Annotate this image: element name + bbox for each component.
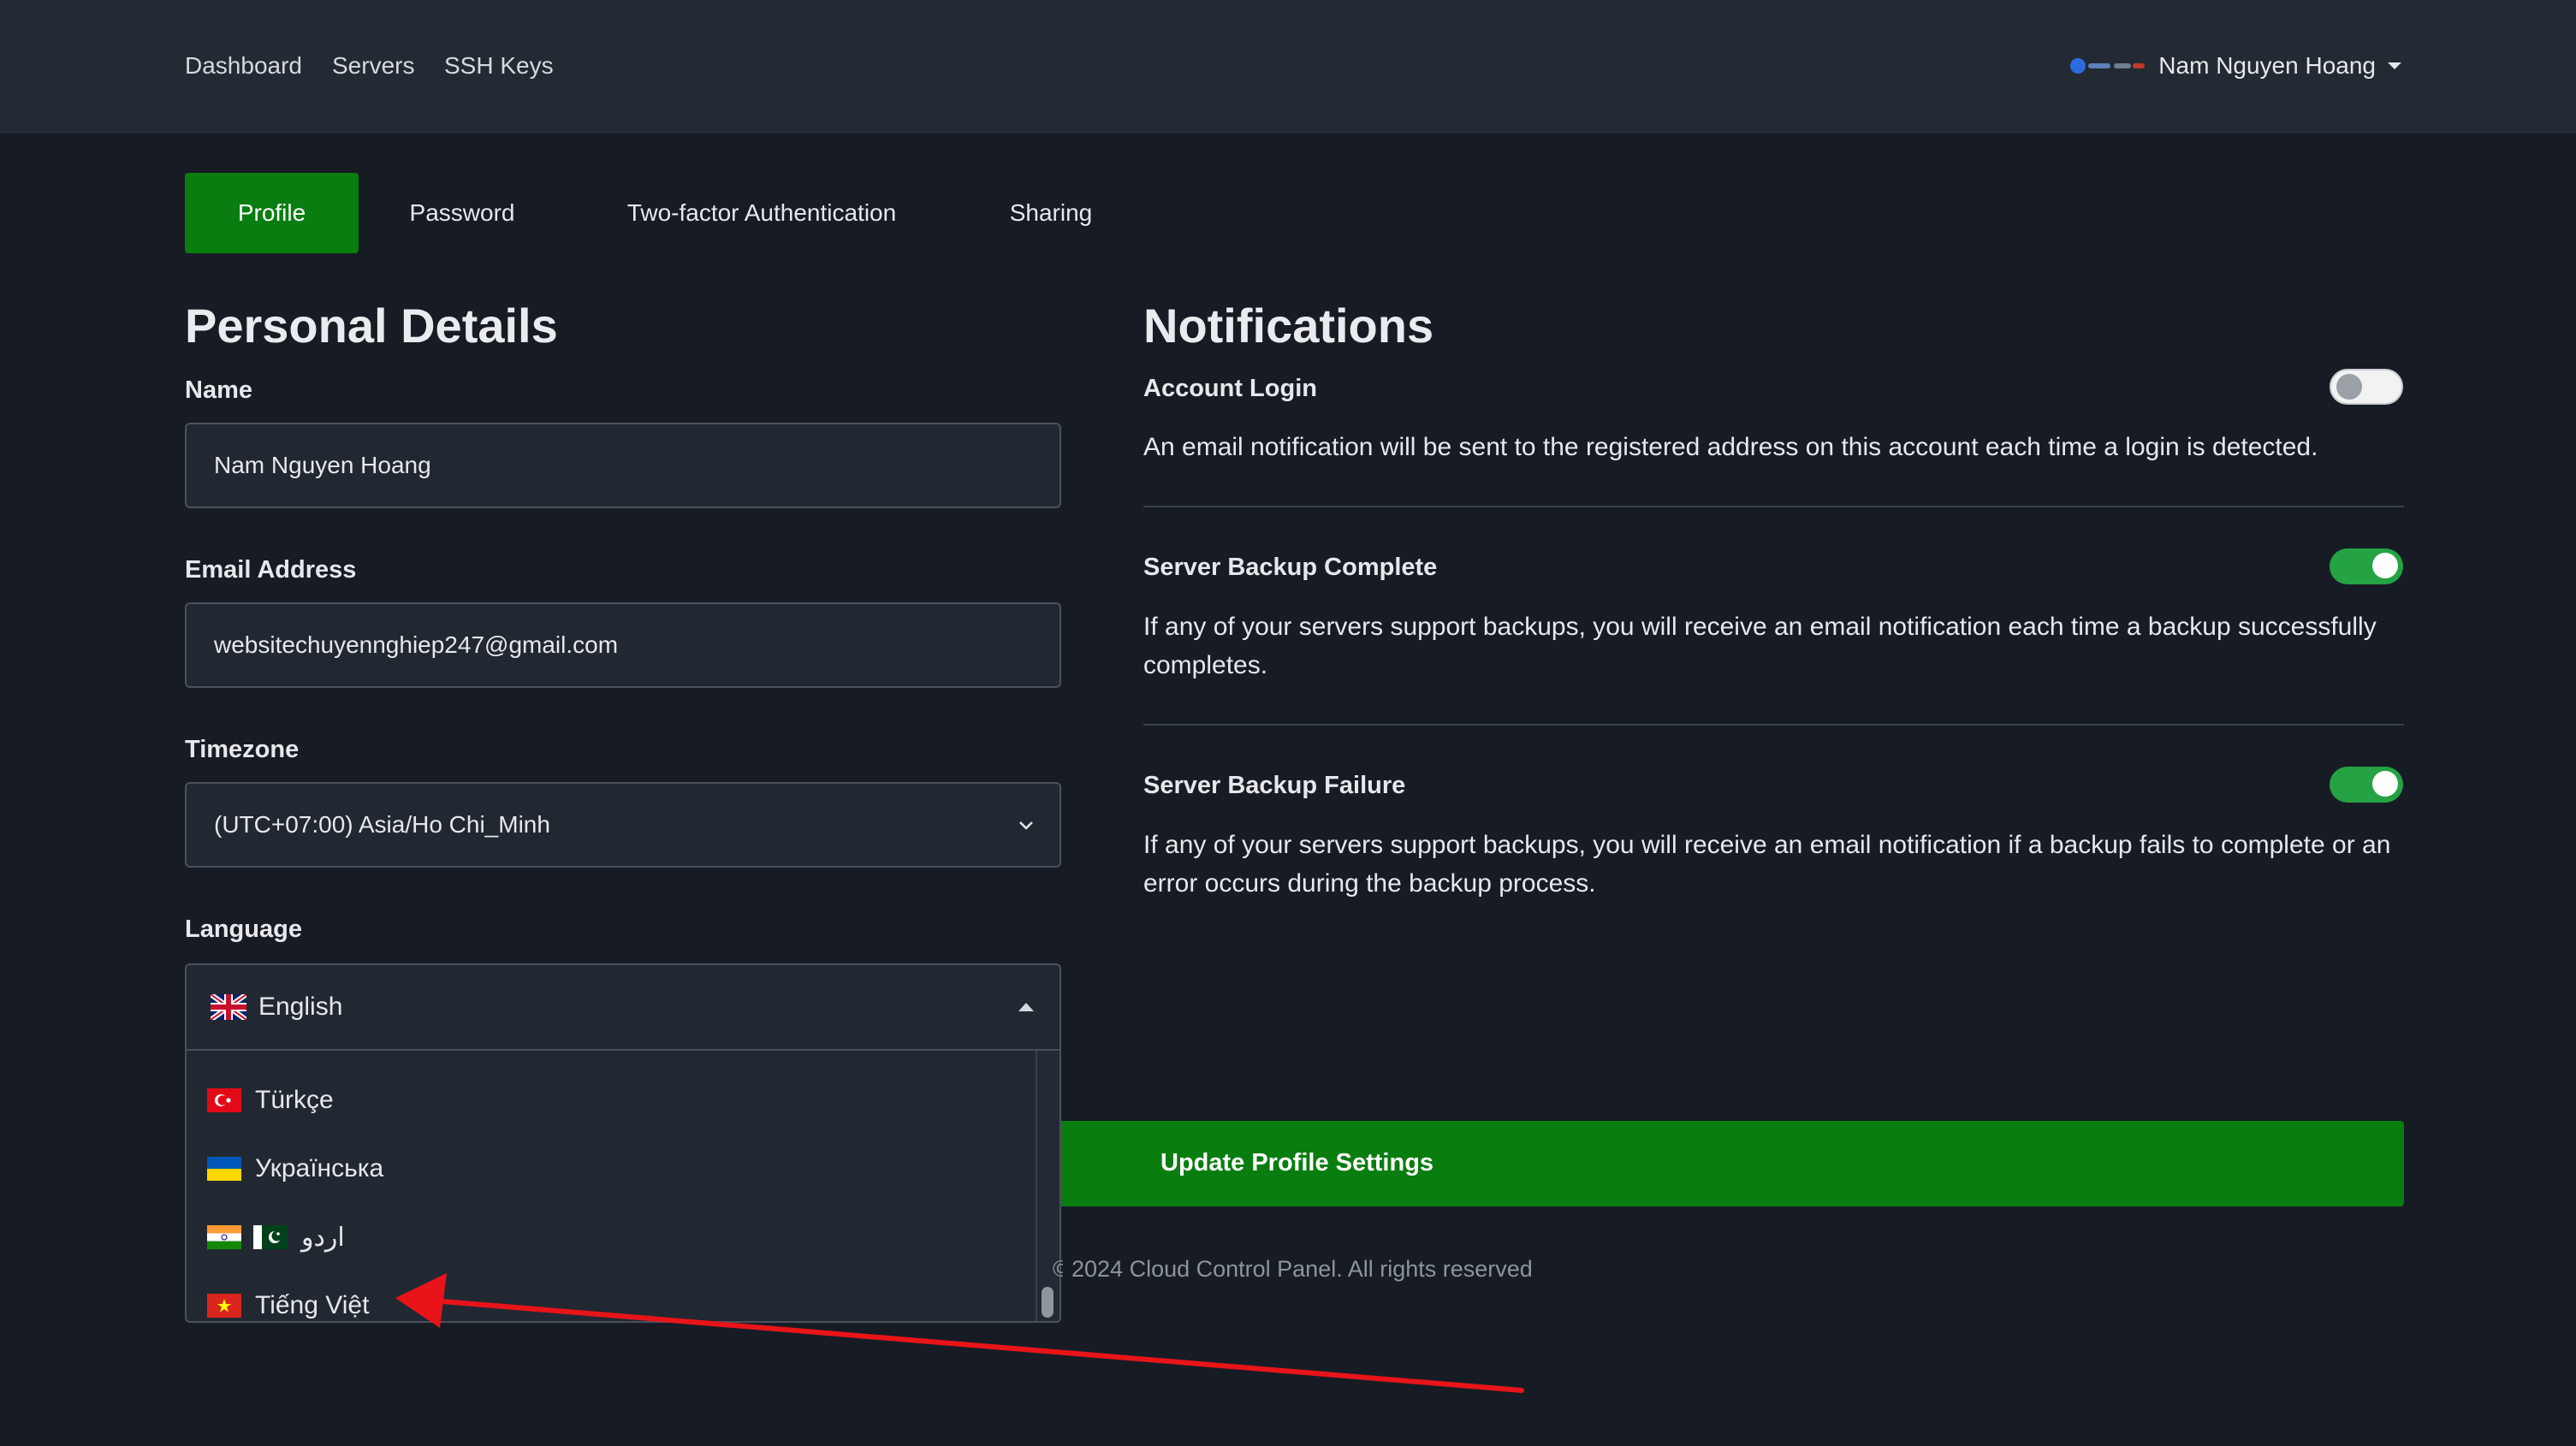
backup-complete-title: Server Backup Complete [1143, 554, 1438, 581]
uk-flag-icon [211, 994, 246, 1020]
brand-logo-icon [2070, 58, 2146, 74]
name-label: Name [185, 376, 252, 404]
footer-copyright: 2024 Cloud Control Panel. All rights res… [1071, 1256, 1533, 1282]
tab-password[interactable]: Password [385, 173, 539, 253]
personal-details-heading: Personal Details [185, 299, 558, 353]
user-name: Nam Nguyen Hoang [2158, 52, 2376, 79]
chevron-down-icon [2388, 62, 2401, 69]
language-dropdown-menu: Türkçe Українська اردو Tiếng Việt [185, 1051, 1061, 1323]
language-option-turkish[interactable]: Türkçe [207, 1075, 334, 1126]
divider [1143, 506, 2404, 507]
language-select[interactable]: English [185, 963, 1061, 1051]
backup-failure-description: If any of your servers support backups, … [1143, 831, 2391, 898]
divider [1143, 724, 2404, 726]
name-field[interactable]: Nam Nguyen Hoang [185, 423, 1061, 508]
account-login-toggle[interactable] [2330, 369, 2403, 405]
language-option-urdu[interactable]: اردو [207, 1212, 345, 1263]
tab-two-factor-authentication[interactable]: Two-factor Authentication [591, 173, 933, 253]
account-login-title: Account Login [1143, 375, 1317, 402]
backup-failure-title: Server Backup Failure [1143, 772, 1406, 799]
tab-sharing[interactable]: Sharing [984, 173, 1118, 253]
copyright-icon: © [1053, 1256, 1063, 1282]
language-option-label: Українська [255, 1154, 384, 1182]
toggle-knob [2372, 553, 2398, 578]
turkey-flag-icon [207, 1088, 241, 1112]
tab-profile[interactable]: Profile [185, 173, 359, 253]
pakistan-flag-icon [253, 1225, 288, 1249]
chevron-down-icon [1019, 821, 1033, 830]
nav-servers[interactable]: Servers [332, 50, 414, 82]
backup-complete-description: If any of your servers support backups, … [1143, 613, 2377, 679]
top-navbar: Dashboard Servers SSH Keys Nam Nguyen Ho… [0, 0, 2576, 133]
chevron-up-icon [1018, 1003, 1034, 1011]
backup-failure-toggle[interactable] [2330, 767, 2403, 803]
flag-group [207, 1225, 288, 1249]
language-option-label: Türkçe [255, 1086, 334, 1114]
india-flag-icon [207, 1225, 241, 1249]
nav-dashboard[interactable]: Dashboard [185, 50, 302, 82]
notifications-heading: Notifications [1143, 299, 1434, 353]
email-label: Email Address [185, 556, 357, 584]
user-menu[interactable]: Nam Nguyen Hoang [2069, 50, 2401, 82]
language-label: Language [185, 916, 302, 943]
timezone-label: Timezone [185, 736, 300, 763]
update-profile-button[interactable]: Update Profile Settings [1061, 1121, 2404, 1206]
toggle-knob [2336, 374, 2362, 400]
update-profile-label: Update Profile Settings [1160, 1149, 1434, 1176]
language-option-label: اردو [301, 1223, 345, 1252]
ukraine-flag-icon [207, 1157, 241, 1181]
email-value: websitechuyennghiep247@gmail.com [214, 631, 619, 658]
nav-ssh-keys[interactable]: SSH Keys [444, 50, 554, 82]
timezone-value: (UTC+07:00) Asia/Ho Chi_Minh [214, 811, 550, 838]
email-field[interactable]: websitechuyennghiep247@gmail.com [185, 602, 1061, 688]
name-value: Nam Nguyen Hoang [214, 452, 431, 478]
backup-complete-toggle[interactable] [2330, 548, 2403, 584]
timezone-select[interactable]: (UTC+07:00) Asia/Ho Chi_Minh [185, 782, 1061, 868]
account-login-description: An email notification will be sent to th… [1143, 433, 2318, 461]
scrollbar-thumb[interactable] [1042, 1287, 1054, 1318]
language-option-ukrainian[interactable]: Українська [207, 1143, 383, 1194]
vietnam-flag-icon [207, 1294, 241, 1318]
toggle-knob [2372, 771, 2398, 797]
language-option-label: Tiếng Việt [255, 1291, 370, 1319]
language-option-vietnamese[interactable]: Tiếng Việt [207, 1280, 370, 1321]
language-selected: English [258, 993, 343, 1021]
